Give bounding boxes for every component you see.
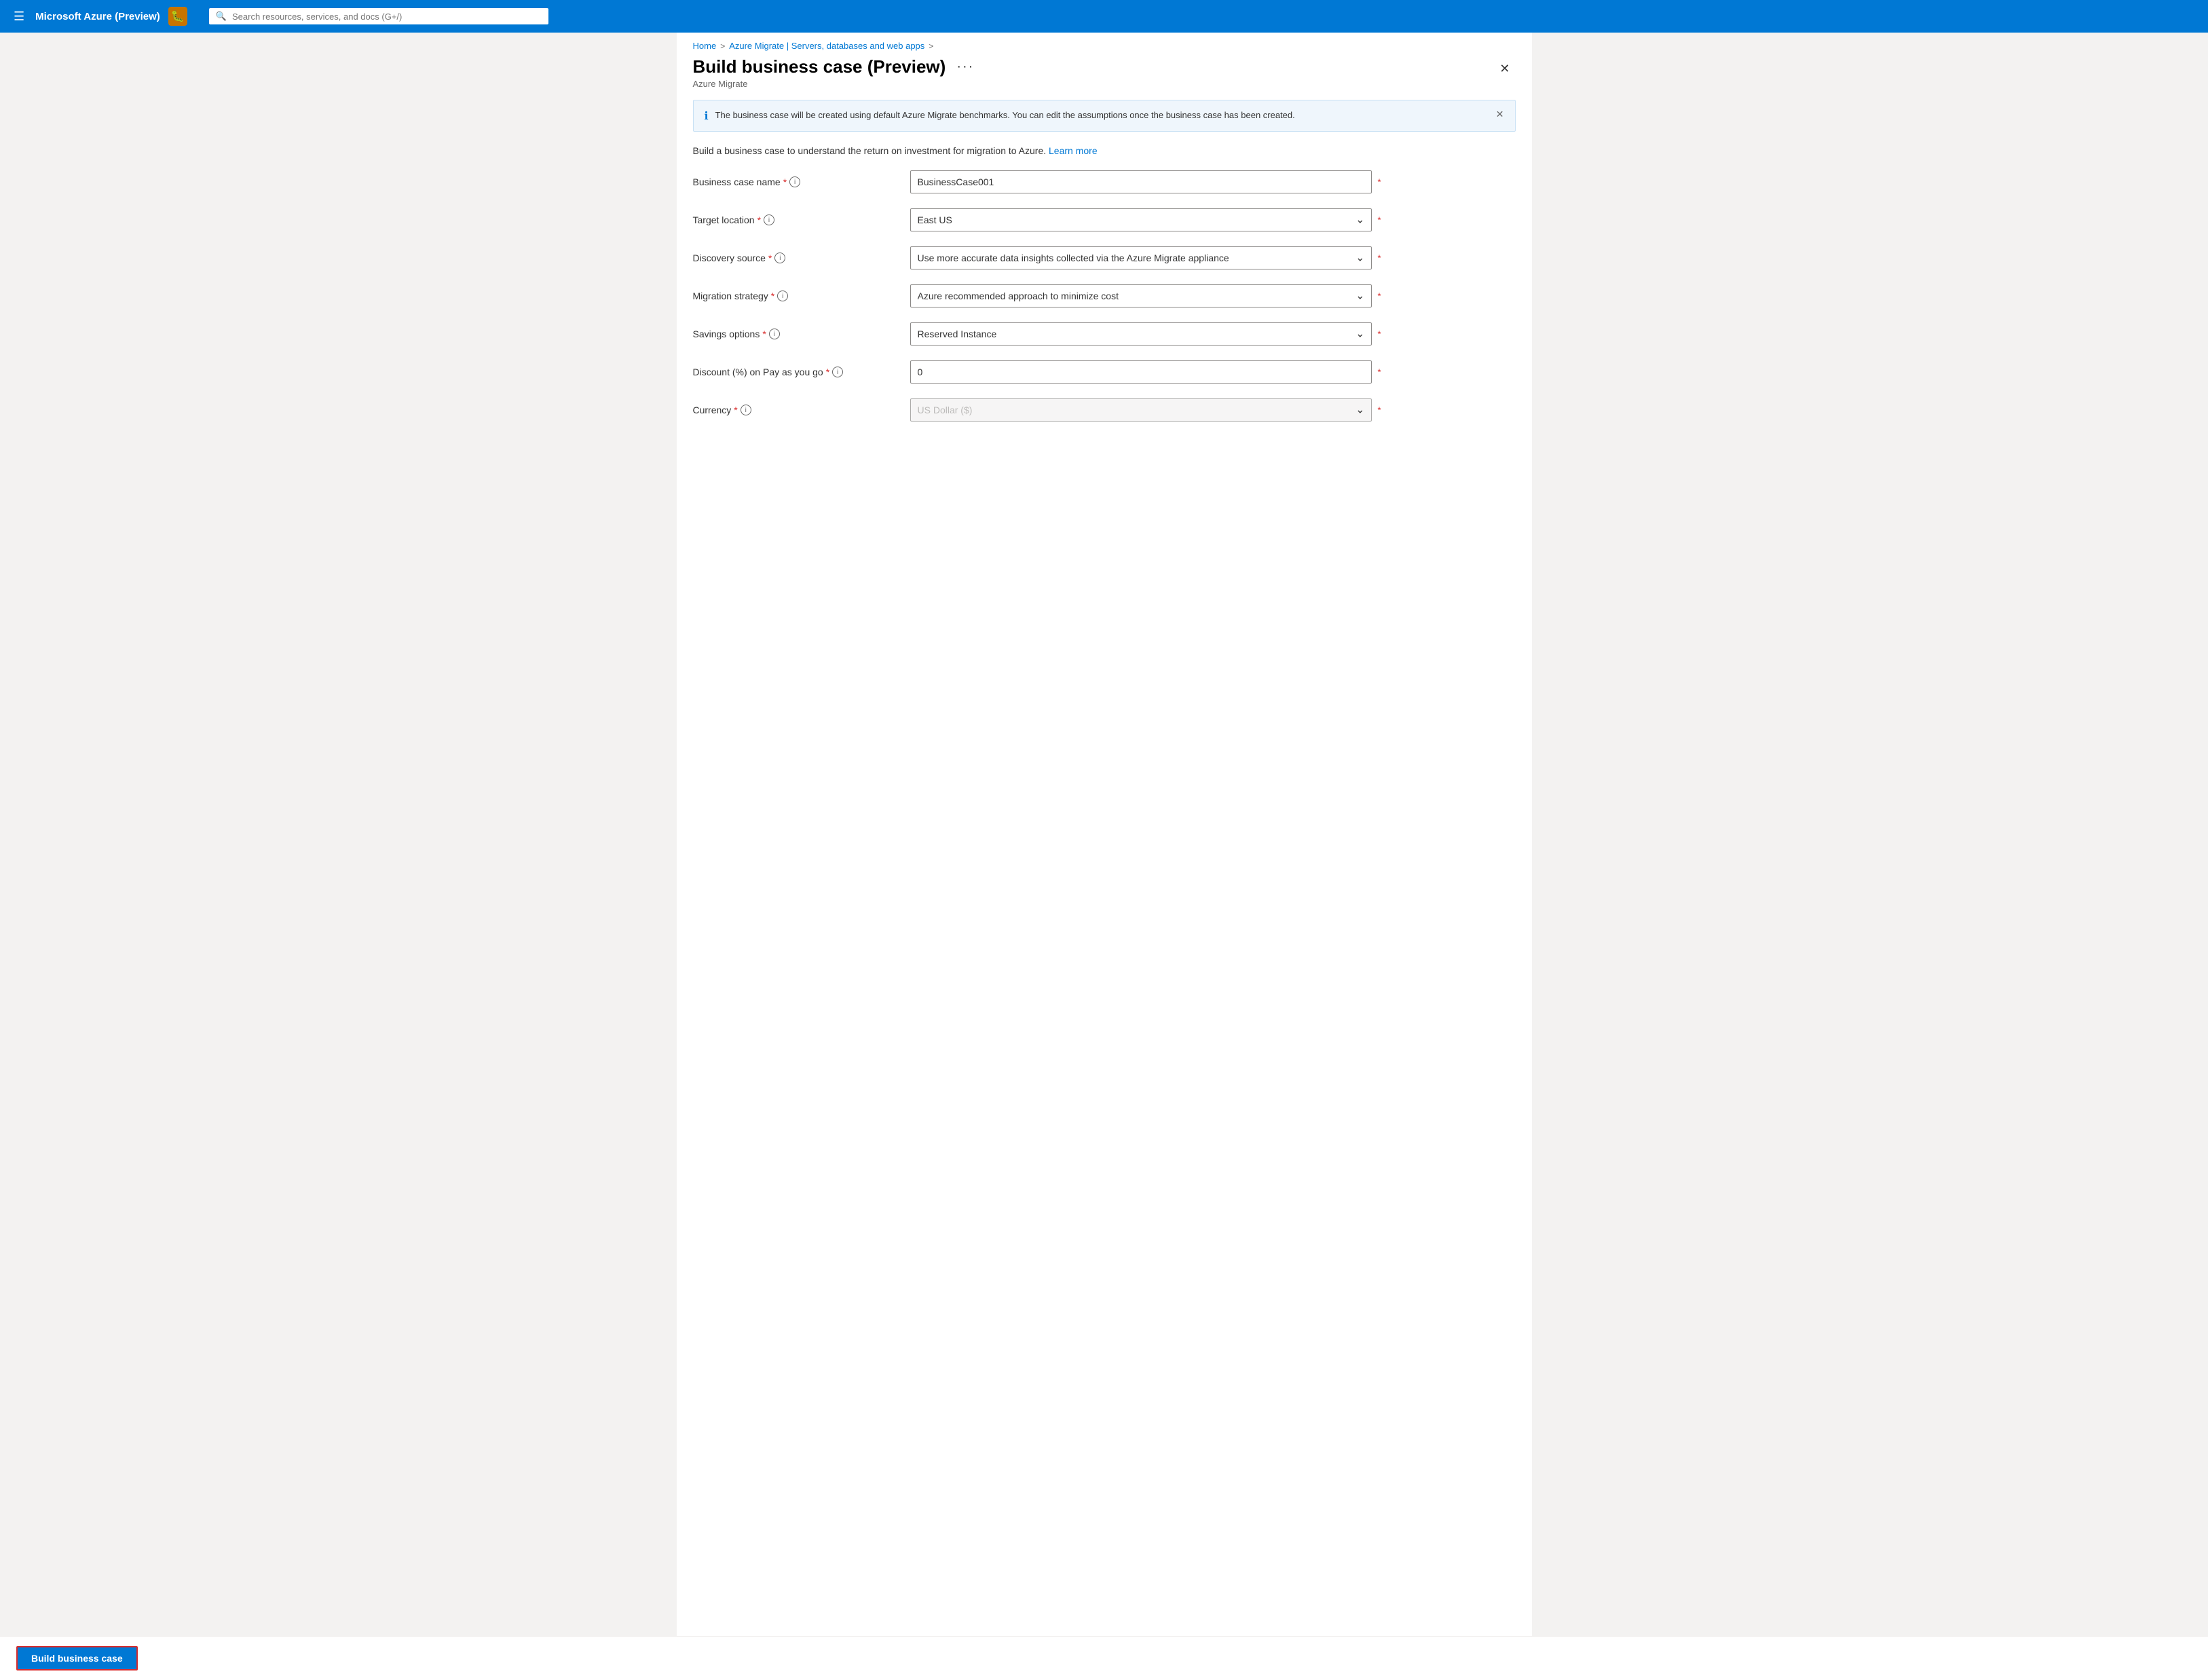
- breadcrumb-sep-1: >: [720, 41, 725, 51]
- required-star-0: *: [783, 176, 787, 187]
- description-line: Build a business case to understand the …: [677, 143, 1532, 170]
- req-indicator-3: *: [1377, 291, 1381, 301]
- label-migration-strategy: Migration strategy * i: [693, 291, 910, 301]
- form-area: Business case name * i * Target location…: [677, 170, 1532, 422]
- build-business-case-button[interactable]: Build business case: [16, 1646, 138, 1670]
- breadcrumb-home[interactable]: Home: [693, 41, 717, 51]
- info-banner-text: The business case will be created using …: [715, 109, 1489, 122]
- label-savings-options: Savings options * i: [693, 329, 910, 339]
- req-indicator-5: *: [1377, 367, 1381, 377]
- form-row-discount: Discount (%) on Pay as you go * i *: [693, 360, 1516, 384]
- control-wrap-0: *: [910, 170, 1372, 193]
- req-indicator-0: *: [1377, 177, 1381, 187]
- required-star-4: *: [762, 329, 766, 339]
- form-row-target-location: Target location * i East US West US West…: [693, 208, 1516, 232]
- control-wrap-3: Azure recommended approach to minimize c…: [910, 284, 1372, 307]
- page-footer: Build business case: [0, 1636, 2208, 1680]
- form-row-business-case-name: Business case name * i *: [693, 170, 1516, 194]
- info-icon-6[interactable]: i: [741, 405, 751, 415]
- required-star-5: *: [826, 367, 829, 377]
- select-wrapper-3: Azure recommended approach to minimize c…: [910, 284, 1372, 307]
- control-wrap-4: Reserved Instance Azure Savings Plan Non…: [910, 322, 1372, 346]
- search-input[interactable]: [232, 12, 542, 22]
- form-row-currency: Currency * i US Dollar ($) Euro (€) Brit…: [693, 398, 1516, 422]
- info-icon-4[interactable]: i: [769, 329, 780, 339]
- control-wrap-6: US Dollar ($) Euro (€) British Pound (£)…: [910, 398, 1372, 422]
- search-bar[interactable]: 🔍: [209, 8, 548, 24]
- control-wrap-1: East US West US West US 2 Central US Eas…: [910, 208, 1372, 231]
- more-options-button[interactable]: ···: [954, 59, 977, 75]
- info-banner: ℹ The business case will be created usin…: [693, 100, 1516, 132]
- label-currency: Currency * i: [693, 405, 910, 415]
- info-icon-1[interactable]: i: [764, 214, 774, 225]
- label-discount: Discount (%) on Pay as you go * i: [693, 367, 910, 377]
- req-indicator-2: *: [1377, 253, 1381, 263]
- discovery-source-select[interactable]: Use more accurate data insights collecte…: [910, 246, 1372, 269]
- page-subtitle: Azure Migrate: [693, 79, 977, 89]
- app-title: Microsoft Azure (Preview): [35, 11, 160, 22]
- target-location-select[interactable]: East US West US West US 2 Central US Eas…: [910, 208, 1372, 231]
- page-title-row: Build business case (Preview) ···: [693, 56, 977, 77]
- select-wrapper-4: Reserved Instance Azure Savings Plan Non…: [910, 322, 1372, 346]
- main-content: Home > Azure Migrate | Servers, database…: [677, 33, 1532, 1680]
- close-button[interactable]: ✕: [1494, 59, 1515, 79]
- search-icon: 🔍: [216, 11, 227, 22]
- label-discovery-source: Discovery source * i: [693, 253, 910, 263]
- form-row-discovery-source: Discovery source * i Use more accurate d…: [693, 246, 1516, 270]
- req-indicator-1: *: [1377, 215, 1381, 225]
- label-business-case-name: Business case name * i: [693, 176, 910, 187]
- page-header-left: Build business case (Preview) ··· Azure …: [693, 56, 977, 89]
- required-star-2: *: [768, 253, 772, 263]
- info-icon-5[interactable]: i: [832, 367, 843, 377]
- hamburger-menu-button[interactable]: ☰: [11, 7, 27, 26]
- business-case-name-input[interactable]: [910, 170, 1372, 193]
- control-wrap-5: *: [910, 360, 1372, 384]
- req-indicator-6: *: [1377, 405, 1381, 415]
- form-row-migration-strategy: Migration strategy * i Azure recommended…: [693, 284, 1516, 308]
- topbar: ☰ Microsoft Azure (Preview) 🐛 🔍: [0, 0, 2208, 33]
- discount-input[interactable]: [910, 360, 1372, 384]
- savings-options-select[interactable]: Reserved Instance Azure Savings Plan Non…: [910, 322, 1372, 346]
- form-row-savings-options: Savings options * i Reserved Instance Az…: [693, 322, 1516, 346]
- migration-strategy-select[interactable]: Azure recommended approach to minimize c…: [910, 284, 1372, 307]
- required-star-1: *: [757, 214, 761, 225]
- currency-select[interactable]: US Dollar ($) Euro (€) British Pound (£): [910, 398, 1372, 422]
- breadcrumb-sep-2: >: [929, 41, 933, 51]
- info-banner-close-button[interactable]: ✕: [1496, 109, 1504, 120]
- info-icon-0[interactable]: i: [789, 176, 800, 187]
- breadcrumb: Home > Azure Migrate | Servers, database…: [677, 33, 1532, 54]
- breadcrumb-azure-migrate[interactable]: Azure Migrate | Servers, databases and w…: [729, 41, 924, 51]
- feedback-icon: 🐛: [168, 7, 187, 26]
- info-icon-3[interactable]: i: [777, 291, 788, 301]
- control-wrap-2: Use more accurate data insights collecte…: [910, 246, 1372, 269]
- description-text: Build a business case to understand the …: [693, 145, 1047, 156]
- page-header: Build business case (Preview) ··· Azure …: [677, 54, 1532, 94]
- page-title: Build business case (Preview): [693, 56, 946, 77]
- required-star-3: *: [771, 291, 774, 301]
- label-target-location: Target location * i: [693, 214, 910, 225]
- learn-more-link[interactable]: Learn more: [1049, 145, 1098, 156]
- select-wrapper-1: East US West US West US 2 Central US Eas…: [910, 208, 1372, 231]
- req-indicator-4: *: [1377, 329, 1381, 339]
- info-icon-2[interactable]: i: [774, 253, 785, 263]
- select-wrapper-6: US Dollar ($) Euro (€) British Pound (£): [910, 398, 1372, 422]
- select-wrapper-2: Use more accurate data insights collecte…: [910, 246, 1372, 269]
- info-banner-icon: ℹ: [705, 109, 709, 123]
- required-star-6: *: [734, 405, 737, 415]
